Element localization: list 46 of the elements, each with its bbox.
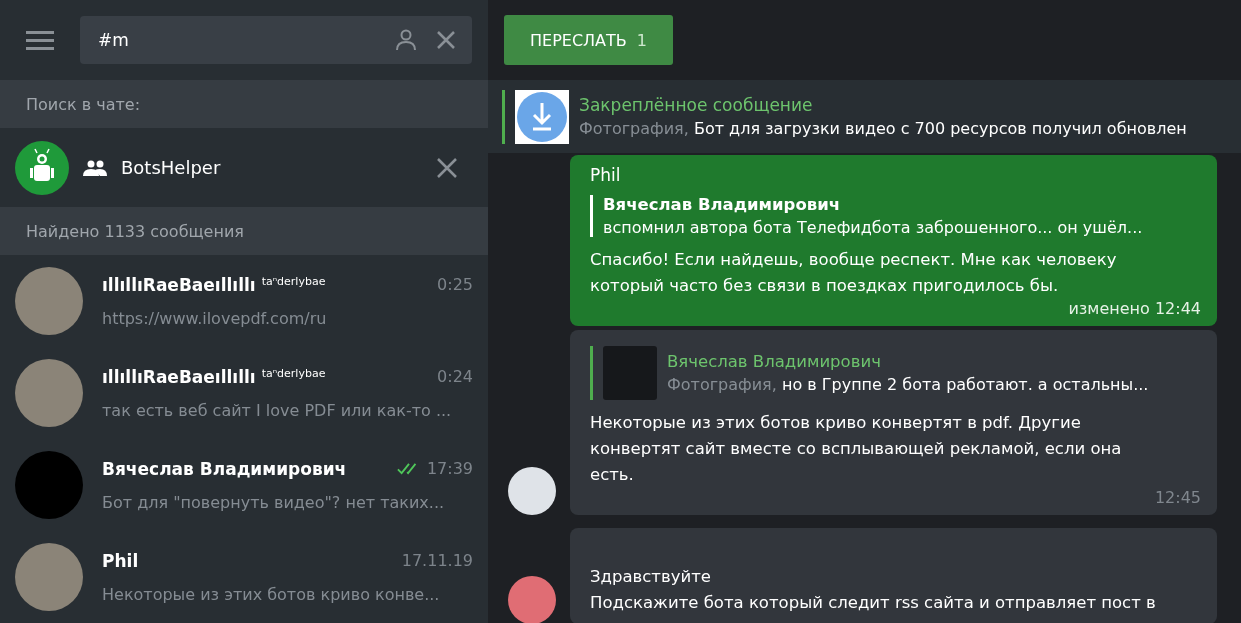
message-preview: Некоторые из этих ботов криво конве... (102, 584, 441, 604)
reply-author: Вячеслав Владимирович (667, 352, 882, 371)
message-preview: Бот для "повернуть видео"? нет таких... (102, 492, 446, 512)
reply-author: Вячеслав Владимирович (603, 195, 842, 214)
message-preview: https://www.ilovepdf.com/ru (102, 308, 328, 328)
robot-avatar-icon (15, 140, 69, 195)
message-time: 0:24 (437, 367, 473, 386)
download-icon (515, 89, 569, 144)
message-time: 12:45 (1153, 488, 1201, 507)
avatar-placeholder (508, 467, 556, 515)
close-icon[interactable] (436, 156, 458, 179)
username-tag: taⁿderlybae (261, 274, 326, 288)
pinned-preview: Фотография, Бот для загрузки видео с 700 ресурсов получил обновлен (579, 119, 1187, 138)
search-result[interactable]: Вячеслав Владимирович 17:39 Бот для "повернуть видео"? нет таких... (0, 439, 488, 531)
photo-placeholder (603, 346, 657, 400)
close-icon[interactable] (436, 30, 456, 50)
message-preview: так есть веб сайт I love PDF или как-то ... (102, 400, 453, 420)
search-result[interactable]: ıllıllıRaeBaeıllıllı taⁿderlybae 0:24 так есть веб сайт I love PDF или как-то ... (0, 347, 488, 439)
menu-icon[interactable] (26, 30, 54, 50)
reply-preview: Фотография, но в Группе 2 бота работают. а остальны... (667, 375, 1149, 394)
sender-name: Phil (102, 550, 139, 571)
group-icon (83, 159, 107, 176)
search-field[interactable]: #m (80, 16, 472, 64)
sender-name: Phil (590, 165, 622, 185)
search-result[interactable]: Phil 17.11.19 Некоторые из этих ботов криво конве... (0, 531, 488, 623)
reply-preview: вспомнил автора бота Телефидбота заброшенного... он ушёл... (603, 218, 1143, 237)
username-tag: taⁿderlybae (261, 366, 326, 380)
results-count: Найдено 1133 сообщения (26, 221, 244, 241)
pinned-title: Закреплённое сообщение (579, 95, 814, 115)
sender-name: ıllıllıRaeBaeıllıllı (102, 366, 256, 387)
message-time: 0:25 (437, 275, 473, 294)
message-text: Некоторые из этих ботов криво конвертят в pdf. Другие конвертят сайт вместе со всплывающей рекламой, если она есть. (590, 412, 1123, 486)
person-icon[interactable] (394, 28, 418, 52)
section-label: Поиск в чате: (26, 94, 141, 114)
sender-name: ıllıllıRaeBaeıllıllı (102, 274, 256, 295)
message-time: изменено 12:44 (1067, 299, 1201, 318)
avatar-placeholder (508, 576, 556, 623)
search-result[interactable]: ıllıllıRaeBaeıllıllı taⁿderlybae 0:25 https://www.ilovepdf.com/ru (0, 255, 488, 347)
message-text: Здравствуйте Подскажите бота который следит rss сайта и отправляет пост в (590, 566, 1157, 614)
message-time: 17.11.19 (401, 551, 473, 570)
chat-name: BotsHelper (121, 157, 222, 178)
forward-button[interactable]: ПЕРЕСЛАТЬ 1 (504, 15, 673, 65)
message-time: 17:39 (426, 459, 473, 478)
sender-name: Вячеслав Владимирович (102, 458, 347, 479)
pinned-message-bar[interactable]: Закреплённое сообщение Фотография, Бот для загрузки видео с 700 ресурсов получил обновлен (488, 80, 1241, 153)
message-text: Спасибо! Если найдешь, вообще респект. Мне как человеку который часто без связи в поездках пригодилось бы. (590, 249, 1118, 297)
